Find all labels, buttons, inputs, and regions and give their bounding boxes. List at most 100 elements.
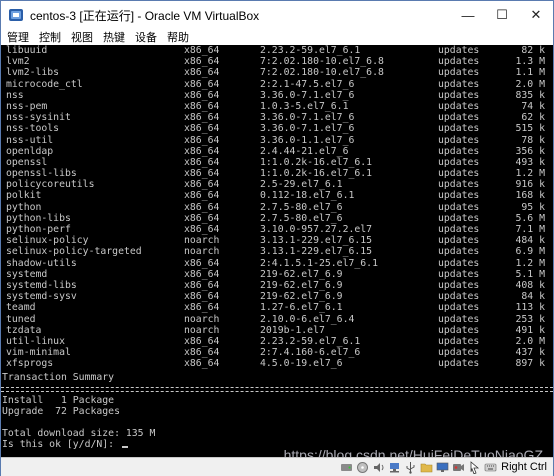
package-repo: updates bbox=[438, 145, 480, 157]
package-arch: x86_64 bbox=[184, 358, 220, 370]
package-arch: x86_64 bbox=[184, 201, 220, 213]
virtualbox-app-icon bbox=[8, 7, 24, 23]
package-version: 0.112-18.el7_6.1 bbox=[260, 190, 355, 202]
package-arch: x86_64 bbox=[184, 279, 220, 291]
package-name: nss-pem bbox=[6, 100, 48, 112]
package-size: 2.0 M bbox=[515, 78, 546, 90]
package-version: 3.13.1-229.el7_6.15 bbox=[260, 235, 373, 247]
menu-hotkeys[interactable]: 热键 bbox=[98, 29, 130, 45]
package-size: 253 k bbox=[515, 313, 546, 325]
usb-icon[interactable] bbox=[404, 461, 417, 474]
package-version: 1.0.3-5.el7_6.1 bbox=[260, 100, 349, 112]
menu-help[interactable]: 帮助 bbox=[162, 29, 194, 45]
package-size: 7.1 M bbox=[515, 224, 546, 235]
package-arch: x86_64 bbox=[184, 100, 220, 112]
optical-drive-icon[interactable] bbox=[356, 461, 369, 474]
package-row: nss x86_64 3.36.0-7.1.el7_6 updates 835 k bbox=[1, 90, 553, 101]
menu-view[interactable]: 视图 bbox=[66, 29, 98, 45]
package-repo: updates bbox=[438, 100, 480, 112]
package-row: xfsprogs x86_64 4.5.0-19.el7_6 updates 897 k bbox=[1, 358, 553, 369]
audio-icon[interactable] bbox=[372, 461, 385, 474]
package-row: tzdata noarch 2019b-1.el7 updates 491 k bbox=[1, 325, 553, 336]
menu-bar: 管理 控制 视图 热键 设备 帮助 bbox=[1, 28, 553, 46]
package-arch: x86_64 bbox=[184, 335, 220, 347]
package-name: openssl-libs bbox=[6, 168, 77, 180]
package-version: 2019b-1.el7 bbox=[260, 324, 325, 336]
hard-disk-icon[interactable] bbox=[340, 461, 353, 474]
package-arch: x86_64 bbox=[184, 67, 220, 79]
package-size: 515 k bbox=[515, 123, 546, 135]
package-repo: updates bbox=[438, 358, 480, 370]
confirm-prompt-line[interactable]: Is this ok [y/d/N]: bbox=[1, 439, 553, 450]
package-row: selinux-policy noarch 3.13.1-229.el7_6.15 u… bbox=[1, 235, 553, 246]
package-row: teamd x86_64 1.27-6.el7_6.1 updates 113 k bbox=[1, 302, 553, 313]
package-size: 1.3 M bbox=[515, 56, 546, 68]
package-row: openssl-libs x86_64 1:1.0.2k-16.el7_6.1 upd… bbox=[1, 168, 553, 179]
package-arch: noarch bbox=[184, 246, 220, 258]
package-arch: x86_64 bbox=[184, 56, 220, 68]
package-version: 219-62.el7_6.9 bbox=[260, 279, 343, 291]
package-version: 2.10.0-6.el7_6.4 bbox=[260, 313, 355, 325]
package-repo: updates bbox=[438, 190, 480, 202]
device-status-icons bbox=[340, 460, 497, 474]
package-size: 84 k bbox=[521, 291, 545, 303]
package-arch: x86_64 bbox=[184, 291, 220, 303]
package-size: 484 k bbox=[515, 235, 546, 247]
package-name: nss-util bbox=[6, 134, 54, 146]
package-name: systemd-libs bbox=[6, 279, 77, 291]
package-size: 168 k bbox=[515, 190, 546, 202]
package-repo: updates bbox=[438, 67, 480, 79]
package-size: 1.2 M bbox=[515, 257, 546, 269]
package-arch: x86_64 bbox=[184, 257, 220, 269]
close-button[interactable]: ✕ bbox=[519, 1, 553, 29]
display-icon[interactable] bbox=[436, 461, 449, 474]
package-repo: updates bbox=[438, 45, 480, 56]
package-version: 2.23.2-59.el7_6.1 bbox=[260, 45, 361, 56]
upgrade-count: Upgrade 72 Packages bbox=[2, 405, 120, 417]
package-name: python bbox=[6, 201, 42, 213]
package-version: 2.7.5-80.el7_6 bbox=[260, 201, 343, 213]
package-size: 78 k bbox=[521, 134, 545, 146]
package-row: lvm2-libs x86_64 7:2.02.180-10.el7_6.8 upda… bbox=[1, 67, 553, 78]
video-capture-icon[interactable] bbox=[452, 461, 465, 474]
package-name: polkit bbox=[6, 190, 42, 202]
package-row: openldap x86_64 2.4.44-21.el7_6 updates 356 … bbox=[1, 146, 553, 157]
package-size: 1.1 M bbox=[515, 67, 546, 79]
package-arch: noarch bbox=[184, 235, 220, 247]
menu-control[interactable]: 控制 bbox=[34, 29, 66, 45]
install-count: Install 1 Package bbox=[2, 394, 115, 406]
network-icon[interactable] bbox=[388, 461, 401, 474]
package-arch: x86_64 bbox=[184, 347, 220, 359]
menu-devices[interactable]: 设备 bbox=[130, 29, 162, 45]
total-download-size: Total download size: 135 M bbox=[2, 428, 156, 440]
package-version: 1:1.0.2k-16.el7_6.1 bbox=[260, 168, 373, 180]
package-name: openldap bbox=[6, 145, 54, 157]
package-row: nss-sysinit x86_64 3.36.0-7.1.el7_6 updates… bbox=[1, 112, 553, 123]
package-name: libuuid bbox=[6, 45, 48, 56]
mouse-integration-icon[interactable] bbox=[468, 460, 481, 474]
package-repo: updates bbox=[438, 302, 480, 314]
minimize-button[interactable]: — bbox=[451, 1, 485, 29]
keyboard-icon[interactable] bbox=[484, 461, 497, 474]
package-size: 113 k bbox=[515, 302, 546, 314]
package-version: 3.36.0-1.1.el7_6 bbox=[260, 134, 355, 146]
transaction-summary-heading: Transaction Summary bbox=[2, 372, 115, 384]
vm-console[interactable]: libuuid x86_64 2.23.2-59.el7_6.1 updates 82 … bbox=[1, 45, 553, 457]
package-row: systemd-libs x86_64 219-62.el7_6.9 updates 4… bbox=[1, 280, 553, 291]
title-bar[interactable]: centos-3 [正在运行] - Oracle VM VirtualBox —… bbox=[1, 1, 553, 29]
package-version: 2:2.1-47.5.el7_6 bbox=[260, 78, 355, 90]
menu-manage[interactable]: 管理 bbox=[1, 29, 34, 45]
shared-folders-icon[interactable] bbox=[420, 461, 433, 474]
package-repo: updates bbox=[438, 235, 480, 247]
host-key-label: Right Ctrl bbox=[501, 461, 547, 473]
package-row: python x86_64 2.7.5-80.el7_6 updates 95 k bbox=[1, 202, 553, 213]
text-cursor bbox=[121, 446, 128, 449]
package-name: python-libs bbox=[6, 212, 71, 224]
package-size: 74 k bbox=[521, 100, 545, 112]
maximize-button[interactable]: ☐ bbox=[485, 1, 519, 29]
package-arch: x86_64 bbox=[184, 224, 220, 235]
package-row: libuuid x86_64 2.23.2-59.el7_6.1 updates 82 … bbox=[1, 45, 553, 56]
package-version: 2.4.44-21.el7_6 bbox=[260, 145, 349, 157]
package-row: nss-pem x86_64 1.0.3-5.el7_6.1 updates 74 k bbox=[1, 101, 553, 112]
package-name: lvm2 bbox=[6, 56, 30, 68]
